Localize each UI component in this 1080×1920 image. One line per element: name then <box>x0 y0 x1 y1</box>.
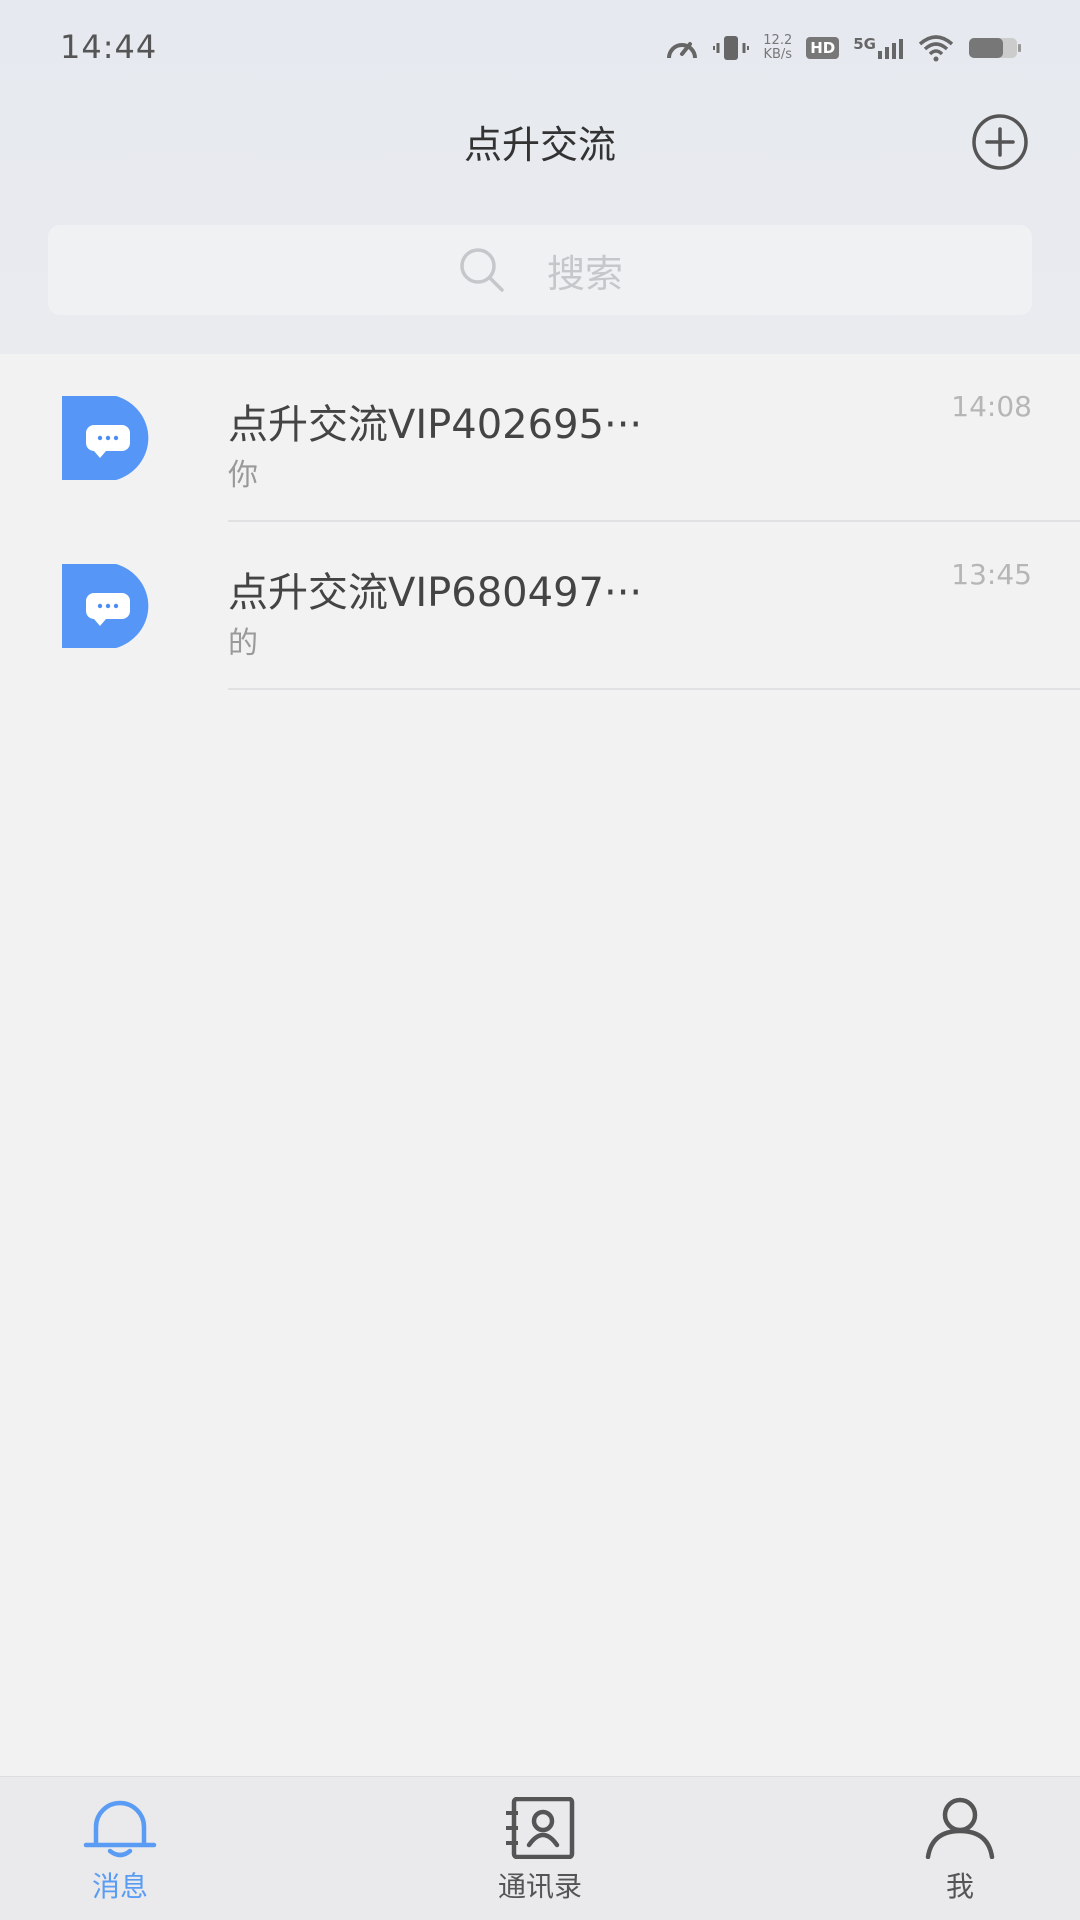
network-label: 5G <box>853 35 876 53</box>
status-bar: 14:44 12.2 KB/s HD 5G <box>0 0 1080 96</box>
tab-messages[interactable]: 消息 <box>20 1777 220 1920</box>
conversation-time: 13:45 <box>951 558 1032 591</box>
tab-me-label: 我 <box>945 1870 974 1903</box>
speed-gauge-icon <box>665 34 699 62</box>
conversation-item[interactable]: 点升交流VIP680497··· 的 13:45 <box>0 522 1080 690</box>
conversation-time: 14:08 <box>951 390 1032 423</box>
tab-contacts-label: 通讯录 <box>497 1870 582 1903</box>
contacts-book-icon <box>506 1797 575 1859</box>
hd-icon: HD <box>806 37 840 59</box>
battery-icon <box>968 36 1022 60</box>
status-time: 14:44 <box>60 28 158 66</box>
tab-contacts[interactable]: 通讯录 <box>440 1777 640 1920</box>
plus-circle-icon <box>972 114 1028 170</box>
divider <box>228 688 1080 690</box>
5g-signal-icon: 5G <box>853 37 904 59</box>
tab-messages-label: 消息 <box>91 1870 148 1903</box>
person-icon <box>925 1797 995 1859</box>
search-input[interactable]: 搜索 <box>48 225 1032 315</box>
vibrate-icon <box>713 34 750 62</box>
tab-me[interactable]: 我 <box>860 1777 1060 1920</box>
conversation-preview: 你 <box>228 458 258 493</box>
conversation-item[interactable]: 点升交流VIP402695··· 你 14:08 <box>0 354 1080 522</box>
wifi-icon <box>918 34 954 62</box>
search-placeholder: 搜索 <box>546 251 623 296</box>
network-speed: 12.2 KB/s <box>763 34 792 62</box>
conversation-name: 点升交流VIP680497··· <box>228 570 643 616</box>
network-speed-unit: KB/s <box>763 47 793 62</box>
app-logo-avatar <box>62 396 149 480</box>
conversation-list: 点升交流VIP402695··· 你 14:08 点升交流VIP680497··… <box>0 354 1080 690</box>
conversation-name: 点升交流VIP402695··· <box>228 402 643 448</box>
add-button[interactable] <box>970 112 1030 172</box>
page-title: 点升交流 <box>463 123 616 167</box>
bell-icon <box>83 1800 157 1858</box>
app-logo-avatar <box>62 564 149 648</box>
conversation-preview: 的 <box>228 626 258 661</box>
search-icon <box>460 248 504 292</box>
status-icons: 12.2 KB/s HD 5G <box>665 30 1022 66</box>
bottom-tab-bar: 消息 通讯录 我 <box>0 1776 1080 1920</box>
network-speed-value: 12.2 <box>763 33 793 48</box>
title-bar: 点升交流 <box>0 96 1080 206</box>
